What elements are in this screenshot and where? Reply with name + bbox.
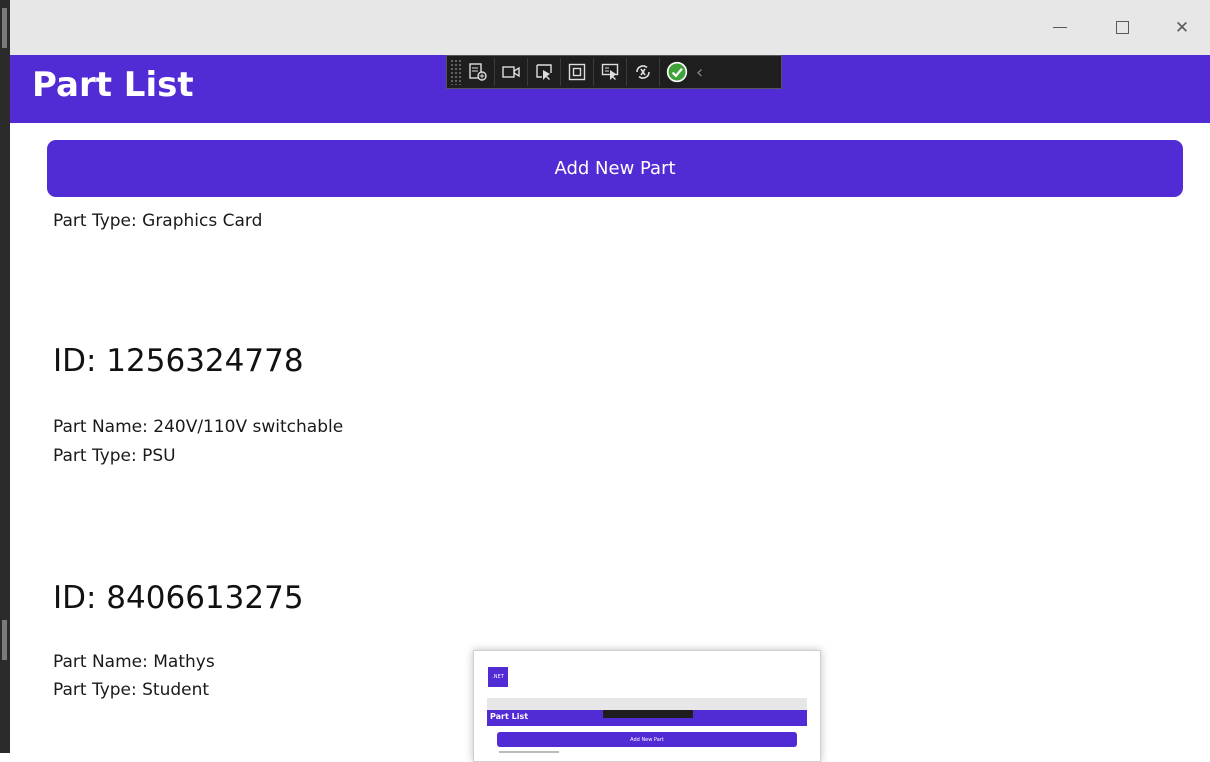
part-id-heading: ID: 1256324778: [53, 343, 304, 379]
thumbnail-add-button: Add New Part: [497, 732, 797, 747]
select-element-icon: [536, 64, 552, 80]
hot-reload-icon: [636, 65, 650, 79]
part-type-label: Part Type: Student: [53, 680, 210, 700]
live-visual-tree-button[interactable]: [462, 58, 495, 86]
page-title: Part List: [32, 65, 194, 105]
window-titlebar[interactable]: ✕: [10, 0, 1210, 55]
partial-item-part-type: Part Type: Graphics Card: [53, 211, 263, 231]
edge-marker: [2, 8, 7, 48]
thumbnail-window-preview: Part List Add New Part: [487, 698, 807, 758]
maximize-icon: [1115, 21, 1129, 34]
taskbar-thumbnail-preview[interactable]: .NET Part List Add New Part: [473, 650, 821, 762]
toolbar-grip-handle[interactable]: [450, 59, 462, 85]
display-layout-adorners-button[interactable]: [561, 58, 594, 86]
track-focused-element-icon: [601, 63, 619, 80]
live-visual-tree-icon: [469, 63, 487, 81]
part-name-label: Part Name: 240V/110V switchable: [53, 417, 344, 437]
left-window-edge: [0, 0, 10, 753]
part-type-label: Part Type: PSU: [53, 446, 176, 466]
debug-toolbar: ‹: [446, 55, 782, 89]
collapse-chevron-icon[interactable]: ‹: [696, 62, 703, 83]
add-new-part-button[interactable]: Add New Part: [47, 140, 1183, 197]
video-camera-button[interactable]: [495, 58, 528, 86]
binding-failures-check-icon: [666, 61, 688, 83]
track-focused-element-button[interactable]: [594, 58, 627, 86]
display-layout-adorners-icon: [568, 63, 586, 81]
close-button[interactable]: ✕: [1152, 0, 1210, 55]
minimize-button[interactable]: [1030, 0, 1090, 55]
binding-failures-button[interactable]: [660, 58, 694, 86]
part-name-label: Part Name: Mathys: [53, 652, 215, 672]
thumbnail-debug-toolbar: [603, 710, 693, 718]
select-element-button[interactable]: [528, 58, 561, 86]
thumbnail-title: Part List: [490, 712, 529, 721]
minimize-icon: [1053, 27, 1067, 28]
maximize-button[interactable]: [1092, 0, 1152, 55]
edge-marker: [2, 620, 7, 660]
part-id-heading: ID: 8406613275: [53, 580, 304, 616]
thumbnail-titlebar: [487, 698, 807, 710]
video-camera-icon: [502, 66, 520, 78]
dotnet-app-icon: .NET: [488, 667, 508, 687]
close-icon: ✕: [1174, 17, 1190, 38]
hot-reload-button[interactable]: [627, 58, 660, 86]
